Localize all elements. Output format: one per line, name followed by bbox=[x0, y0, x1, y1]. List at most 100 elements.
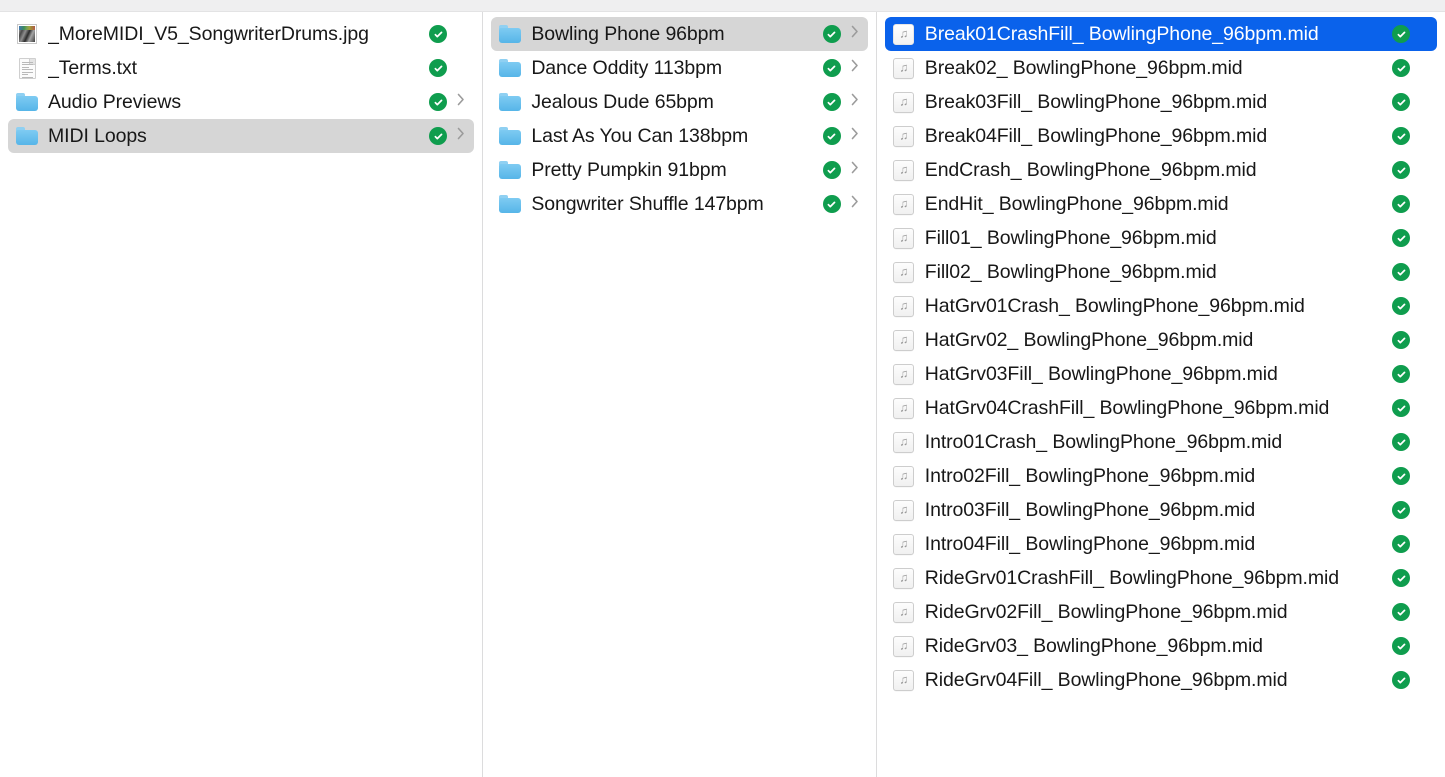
chevron-right-icon bbox=[851, 93, 859, 111]
file-row[interactable]: Dance Oddity 113bpm bbox=[491, 51, 867, 85]
icloud-status-badge bbox=[1391, 194, 1411, 214]
file-name-label: Last As You Can 138bpm bbox=[531, 125, 811, 147]
file-name-label: Fill01_ BowlingPhone_96bpm.mid bbox=[925, 227, 1381, 249]
music-note-glyph: ♫ bbox=[899, 198, 908, 210]
disclosure-chevron[interactable] bbox=[848, 160, 862, 180]
row-icon: ♫ bbox=[893, 23, 915, 45]
file-row[interactable]: ♫Intro04Fill_ BowlingPhone_96bpm.mid bbox=[885, 527, 1437, 561]
disclosure-chevron[interactable] bbox=[848, 194, 862, 214]
icloud-status-badge bbox=[822, 160, 842, 180]
row-icon bbox=[499, 193, 521, 215]
file-row[interactable]: _MoreMIDI_V5_SongwriterDrums.jpg bbox=[8, 17, 474, 51]
file-name-label: HatGrv01Crash_ BowlingPhone_96bpm.mid bbox=[925, 295, 1381, 317]
column-view-container: _MoreMIDI_V5_SongwriterDrums.jpg _Terms.t… bbox=[0, 12, 1445, 777]
file-row[interactable]: Bowling Phone 96bpm bbox=[491, 17, 867, 51]
file-row[interactable]: ♫ RideGrv01CrashFill_ BowlingPhone_96bpm.… bbox=[885, 561, 1437, 595]
icloud-downloaded-badge-icon bbox=[1392, 331, 1410, 349]
file-row[interactable]: ♫Break04Fill_ BowlingPhone_96bpm.mid bbox=[885, 119, 1437, 153]
midi-file-icon: ♫ bbox=[893, 330, 914, 351]
file-row[interactable]: Jealous Dude 65bpm bbox=[491, 85, 867, 119]
icloud-downloaded-badge-icon bbox=[1392, 297, 1410, 315]
file-row[interactable]: ♫Break03Fill_ BowlingPhone_96bpm.mid bbox=[885, 85, 1437, 119]
row-icon: ♫ bbox=[893, 261, 915, 283]
row-icon: ♫ bbox=[893, 193, 915, 215]
file-row[interactable]: Audio Previews bbox=[8, 85, 474, 119]
icloud-status-badge bbox=[1391, 296, 1411, 316]
file-row[interactable]: _Terms.txt bbox=[8, 51, 474, 85]
finder-column-1[interactable]: _MoreMIDI_V5_SongwriterDrums.jpg _Terms.t… bbox=[0, 12, 482, 777]
icloud-downloaded-badge-icon bbox=[823, 161, 841, 179]
file-name-label: _MoreMIDI_V5_SongwriterDrums.jpg bbox=[48, 23, 418, 45]
midi-file-icon: ♫ bbox=[893, 24, 914, 45]
file-row[interactable]: MIDI Loops bbox=[8, 119, 474, 153]
icloud-downloaded-badge-icon bbox=[429, 93, 447, 111]
music-note-glyph: ♫ bbox=[899, 164, 908, 176]
disclosure-chevron[interactable] bbox=[848, 126, 862, 146]
icloud-downloaded-badge-icon bbox=[429, 59, 447, 77]
disclosure-chevron[interactable] bbox=[848, 58, 862, 78]
midi-file-icon: ♫ bbox=[893, 296, 914, 317]
folder-icon bbox=[499, 161, 521, 179]
file-row[interactable]: Pretty Pumpkin 91bpm bbox=[491, 153, 867, 187]
midi-file-icon: ♫ bbox=[893, 364, 914, 385]
file-row[interactable]: ♫Fill02_ BowlingPhone_96bpm.mid bbox=[885, 255, 1437, 289]
file-name-label: Break03Fill_ BowlingPhone_96bpm.mid bbox=[925, 91, 1381, 113]
disclosure-chevron[interactable] bbox=[848, 92, 862, 112]
row-icon: ♫ bbox=[893, 499, 915, 521]
folder-icon bbox=[499, 127, 521, 145]
icloud-status-badge bbox=[1391, 534, 1411, 554]
file-row[interactable]: ♫RideGrv03_ BowlingPhone_96bpm.mid bbox=[885, 629, 1437, 663]
file-row[interactable]: ♫Break01CrashFill_ BowlingPhone_96bpm.mi… bbox=[885, 17, 1437, 51]
chevron-right-icon bbox=[851, 59, 859, 77]
row-icon: ♫ bbox=[893, 159, 915, 181]
file-row[interactable]: ♫ HatGrv03Fill_ BowlingPhone_96bpm.mid bbox=[885, 357, 1437, 391]
midi-file-icon: ♫ bbox=[893, 568, 914, 589]
icloud-status-badge bbox=[1391, 670, 1411, 690]
folder-icon bbox=[16, 127, 38, 145]
file-row[interactable]: Songwriter Shuffle 147bpm bbox=[491, 187, 867, 221]
row-icon: ♫ bbox=[893, 295, 915, 317]
file-name-label: Intro03Fill_ BowlingPhone_96bpm.mid bbox=[925, 499, 1381, 521]
midi-file-icon: ♫ bbox=[893, 534, 914, 555]
chevron-right-icon bbox=[457, 93, 465, 111]
chevron-right-icon bbox=[851, 127, 859, 145]
icloud-downloaded-badge-icon bbox=[823, 59, 841, 77]
file-row[interactable]: ♫HatGrv02_ BowlingPhone_96bpm.mid bbox=[885, 323, 1437, 357]
file-row[interactable]: ♫RideGrv04Fill_ BowlingPhone_96bpm.mid bbox=[885, 663, 1437, 697]
music-note-glyph: ♫ bbox=[899, 606, 908, 618]
file-row[interactable]: ♫EndHit_ BowlingPhone_96bpm.mid bbox=[885, 187, 1437, 221]
file-name-label: RideGrv04Fill_ BowlingPhone_96bpm.mid bbox=[925, 669, 1381, 691]
icloud-status-badge bbox=[1391, 160, 1411, 180]
file-row[interactable]: ♫Intro01Crash_ BowlingPhone_96bpm.mid bbox=[885, 425, 1437, 459]
folder-icon bbox=[499, 195, 521, 213]
icloud-downloaded-badge-icon bbox=[1392, 263, 1410, 281]
file-row[interactable]: ♫ HatGrv01Crash_ BowlingPhone_96bpm.mid bbox=[885, 289, 1437, 323]
file-name-label: HatGrv04CrashFill_ BowlingPhone_96bpm.mi… bbox=[925, 397, 1381, 419]
file-row[interactable]: Last As You Can 138bpm bbox=[491, 119, 867, 153]
midi-file-icon: ♫ bbox=[893, 262, 914, 283]
file-name-label: Bowling Phone 96bpm bbox=[531, 23, 811, 45]
file-row[interactable]: ♫Intro02Fill_ BowlingPhone_96bpm.mid bbox=[885, 459, 1437, 493]
midi-file-icon: ♫ bbox=[893, 500, 914, 521]
file-name-label: HatGrv03Fill_ BowlingPhone_96bpm.mid bbox=[925, 363, 1381, 385]
finder-column-2[interactable]: Bowling Phone 96bpm Dance Oddity 113bpmJe… bbox=[483, 12, 875, 777]
icloud-downloaded-badge-icon bbox=[1392, 195, 1410, 213]
file-row[interactable]: ♫ Intro03Fill_ BowlingPhone_96bpm.mid bbox=[885, 493, 1437, 527]
disclosure-chevron[interactable] bbox=[454, 126, 468, 146]
music-note-glyph: ♫ bbox=[899, 266, 908, 278]
file-row[interactable]: ♫RideGrv02Fill_ BowlingPhone_96bpm.mid bbox=[885, 595, 1437, 629]
file-row[interactable]: ♫HatGrv04CrashFill_ BowlingPhone_96bpm.m… bbox=[885, 391, 1437, 425]
disclosure-chevron[interactable] bbox=[848, 24, 862, 44]
file-name-label: RideGrv01CrashFill_ BowlingPhone_96bpm.m… bbox=[925, 567, 1381, 589]
icloud-downloaded-badge-icon bbox=[1392, 25, 1410, 43]
icloud-status-badge bbox=[822, 126, 842, 146]
file-row[interactable]: ♫Break02_ BowlingPhone_96bpm.mid bbox=[885, 51, 1437, 85]
file-row[interactable]: ♫EndCrash_ BowlingPhone_96bpm.mid bbox=[885, 153, 1437, 187]
file-row[interactable]: ♫Fill01_ BowlingPhone_96bpm.mid bbox=[885, 221, 1437, 255]
icloud-downloaded-badge-icon bbox=[1392, 637, 1410, 655]
chevron-right-icon bbox=[851, 25, 859, 43]
disclosure-chevron[interactable] bbox=[454, 92, 468, 112]
finder-column-3[interactable]: ♫Break01CrashFill_ BowlingPhone_96bpm.mi… bbox=[877, 12, 1445, 777]
icloud-status-badge bbox=[1391, 262, 1411, 282]
icloud-downloaded-badge-icon bbox=[429, 25, 447, 43]
